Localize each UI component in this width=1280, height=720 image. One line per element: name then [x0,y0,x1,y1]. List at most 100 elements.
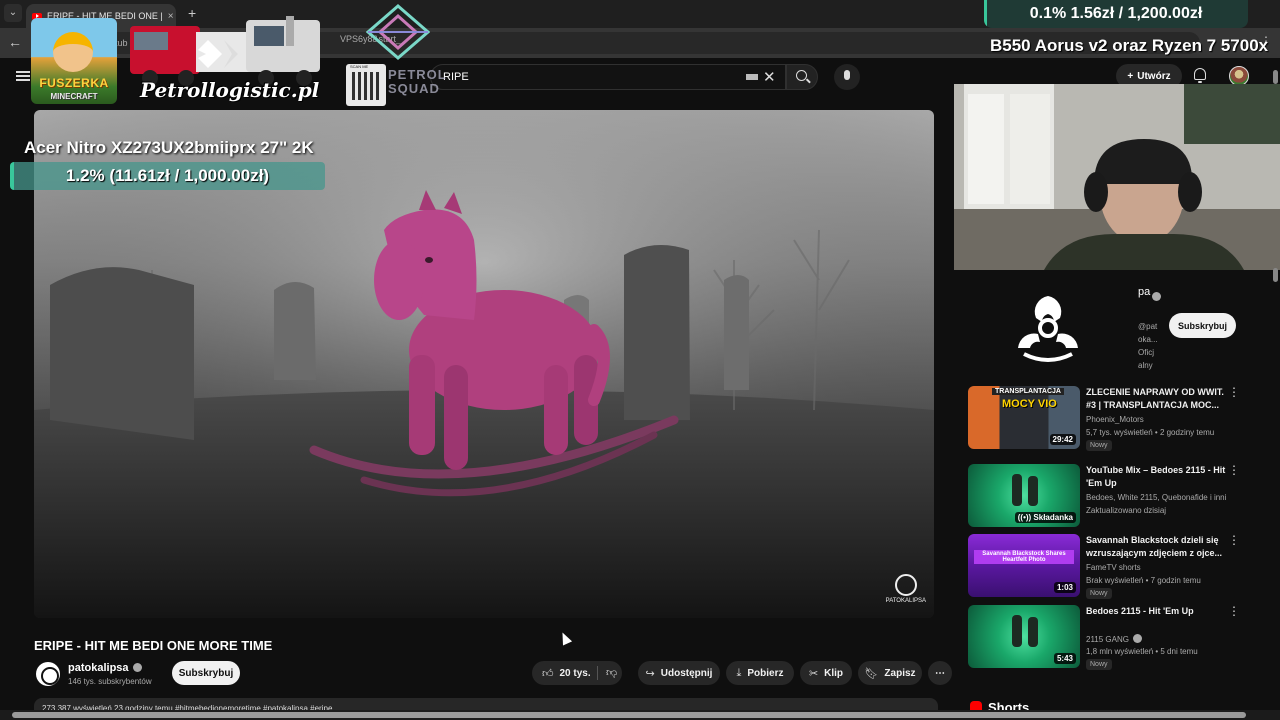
account-avatar[interactable] [1229,66,1249,86]
petrollogistic-text: Petrollogistic.pl [140,78,320,102]
recommendation-meta: 1,8 mln wyświetleń • 5 dni temu [1086,647,1198,656]
like-divider [597,666,598,680]
crystal-logo-icon [366,4,430,60]
voice-search-mic-icon[interactable] [834,64,860,90]
recommendation-title[interactable]: ZLECENIE NAPRAWY OD WWIT. #3 | TRANSPLAN… [1086,386,1226,412]
watermark-text: PATOKALIPSA [885,598,926,604]
recommendation-channel[interactable]: Bedoes, White 2115, Quebonafide i inni [1086,493,1234,502]
more-options-icon[interactable]: ⋮ [1228,464,1240,476]
mix-icon: ((•)) [1017,513,1034,522]
petrol-squad-text: PETROL SQUAD [388,68,447,96]
recommendation-channel[interactable]: Phoenix_Motors [1086,415,1234,424]
builder-character-icon [53,32,93,72]
share-button[interactable]: ↪ Udostępnij [638,661,720,685]
streamer-webcam [954,84,1280,270]
more-options-icon[interactable]: ⋮ [1228,534,1240,546]
donation-goal-left-progress: 1.2% (11.61zł / 1,000.00zł) [10,162,325,190]
squad-line2: SQUAD [388,81,440,96]
recommendation-title[interactable]: YouTube Mix – Bedoes 2115 - Hit 'Em Up [1086,464,1226,490]
recommendation-item[interactable]: ((•)) Składanka YouTube Mix – Bedoes 211… [968,464,1240,530]
channel-card-name-text: pa [1138,286,1151,298]
recommendation-meta: 5,7 tys. wyświetleń • 2 godziny temu [1086,428,1215,437]
hamburger-menu-icon[interactable] [16,71,30,81]
sidebar-scrollbar-thumb[interactable] [1273,268,1278,282]
like-thumb-icon[interactable]: 👍︎ [542,667,554,680]
clip-label: Klip [824,667,844,679]
recommendation-item[interactable]: 5:43 Bedoes 2115 - Hit 'Em Up 2115 GANG … [968,605,1240,671]
clip-button[interactable]: ✂ Klip [800,661,852,685]
verified-badge-icon [1132,634,1142,643]
channel-card-verified-icon [1152,292,1161,301]
subscribe-button[interactable]: Subskrybuj [172,661,240,685]
donation-goal-top-progress: 0.1% 1.56zł / 1,200.00zł [984,0,1248,28]
minecraft-overlay-title: FUSZERKA [39,76,109,90]
squad-line1: PETROL [388,67,447,82]
share-arrow-icon: ↪ [645,667,655,680]
channel-name-text: patokalipsa [68,662,129,674]
thumb-figure [1012,615,1022,647]
channel-avatar[interactable] [36,662,60,686]
horizontal-scrollbar-thumb[interactable] [12,712,1246,718]
recommendation-item[interactable]: Savannah Blackstock Shares Heartfelt Pho… [968,534,1240,600]
channel-card-handle: @patoka... [1138,322,1158,344]
thumb-figure [1012,474,1022,506]
clear-search-icon[interactable]: ✕ [763,68,776,86]
playlist-badge: ((•)) Składanka [1014,512,1076,523]
thumb-text: Savannah Blackstock Shares Heartfelt Pho… [974,550,1074,564]
recommendation-thumbnail[interactable]: Savannah Blackstock Shares Heartfelt Pho… [968,534,1080,597]
more-actions-button[interactable]: ⋯ [928,661,952,685]
share-label: Udostępnij [660,667,713,679]
download-button[interactable]: ⤓ Pobierz [726,661,794,685]
mouse-cursor [557,630,573,646]
new-badge: Nowy [1086,659,1112,670]
recommendation-meta: Brak wyświetleń • 7 godzin temu [1086,576,1201,585]
tab-search-menu-icon[interactable]: ⌄ [4,4,22,22]
create-label: Utwórz [1137,70,1171,82]
minecraft-overlay-sub: MINECRAFT [50,92,98,101]
search-button[interactable] [786,64,818,90]
biohazard-channel-logo-icon[interactable] [1010,290,1086,366]
recommendation-thumbnail[interactable]: TRANSPLANTACJA MOCY VIO 29:42 [968,386,1080,449]
scissors-icon: ✂ [808,667,819,680]
download-icon: ⤓ [736,666,742,679]
patokalipsa-logo-icon [894,574,917,596]
channel-name[interactable]: patokalipsa [68,662,142,674]
duration-badge: 1:03 [1053,582,1076,593]
back-arrow-icon[interactable]: ← [8,34,22,50]
more-actions-icon: ⋯ [935,667,945,679]
qr-label: SCAN ME [350,64,369,69]
recommendation-channel[interactable]: 2115 GANG [1086,634,1234,644]
minecraft-overlay-logo: FUSZERKA MINECRAFT [31,18,117,104]
new-badge: Nowy [1086,588,1112,599]
recommendation-thumbnail[interactable]: 5:43 [968,605,1080,668]
more-options-icon[interactable]: ⋮ [1228,605,1240,617]
duration-badge: 29:42 [1049,434,1076,445]
keyboard-icon[interactable] [746,74,758,80]
channel-subscriber-count: 146 tys. subskrybentów [68,677,152,686]
recommendation-channel-text: 2115 GANG [1086,635,1129,644]
recommendation-thumbnail[interactable]: ((•)) Składanka [968,464,1080,527]
donation-goal-left-title: Acer Nitro XZ273UX2bmiiprx 27" 2K [24,138,314,157]
more-options-icon[interactable]: ⋮ [1228,386,1240,398]
recommendation-channel[interactable]: FameTV shorts [1086,563,1234,572]
download-label: Pobierz [747,667,784,679]
thumb-figure [1028,617,1038,647]
horizontal-scrollbar[interactable] [0,710,1280,720]
recommendation-item[interactable]: TRANSPLANTACJA MOCY VIO 29:42 ZLECENIE N… [968,386,1240,452]
playlist-badge-text: Składanka [1033,513,1073,522]
thumb-figure [1028,476,1038,506]
recommendation-meta: Zaktualizowano dzisiaj [1086,506,1167,515]
recommendation-title[interactable]: Savannah Blackstock dzieli się wzruszają… [1086,534,1226,560]
dislike-thumb-icon[interactable]: 👎︎ [606,666,617,679]
save-label: Zapisz [884,667,916,679]
thumb-text: MOCY VIO [1002,398,1057,410]
notifications-bell-icon[interactable] [1194,68,1206,83]
recommendation-title[interactable]: Bedoes 2115 - Hit 'Em Up [1086,605,1226,618]
search-input[interactable]: RIPE [430,64,786,90]
page-scrollbar-thumb[interactable] [1273,70,1278,84]
like-count[interactable]: 20 tys. [560,668,591,679]
qr-grid [352,72,380,100]
bookmark-icon: 🔖︎ [864,667,879,680]
save-button[interactable]: 🔖︎ Zapisz [858,661,922,685]
channel-card-subscribe-button[interactable]: Subskrybuj [1169,313,1236,338]
